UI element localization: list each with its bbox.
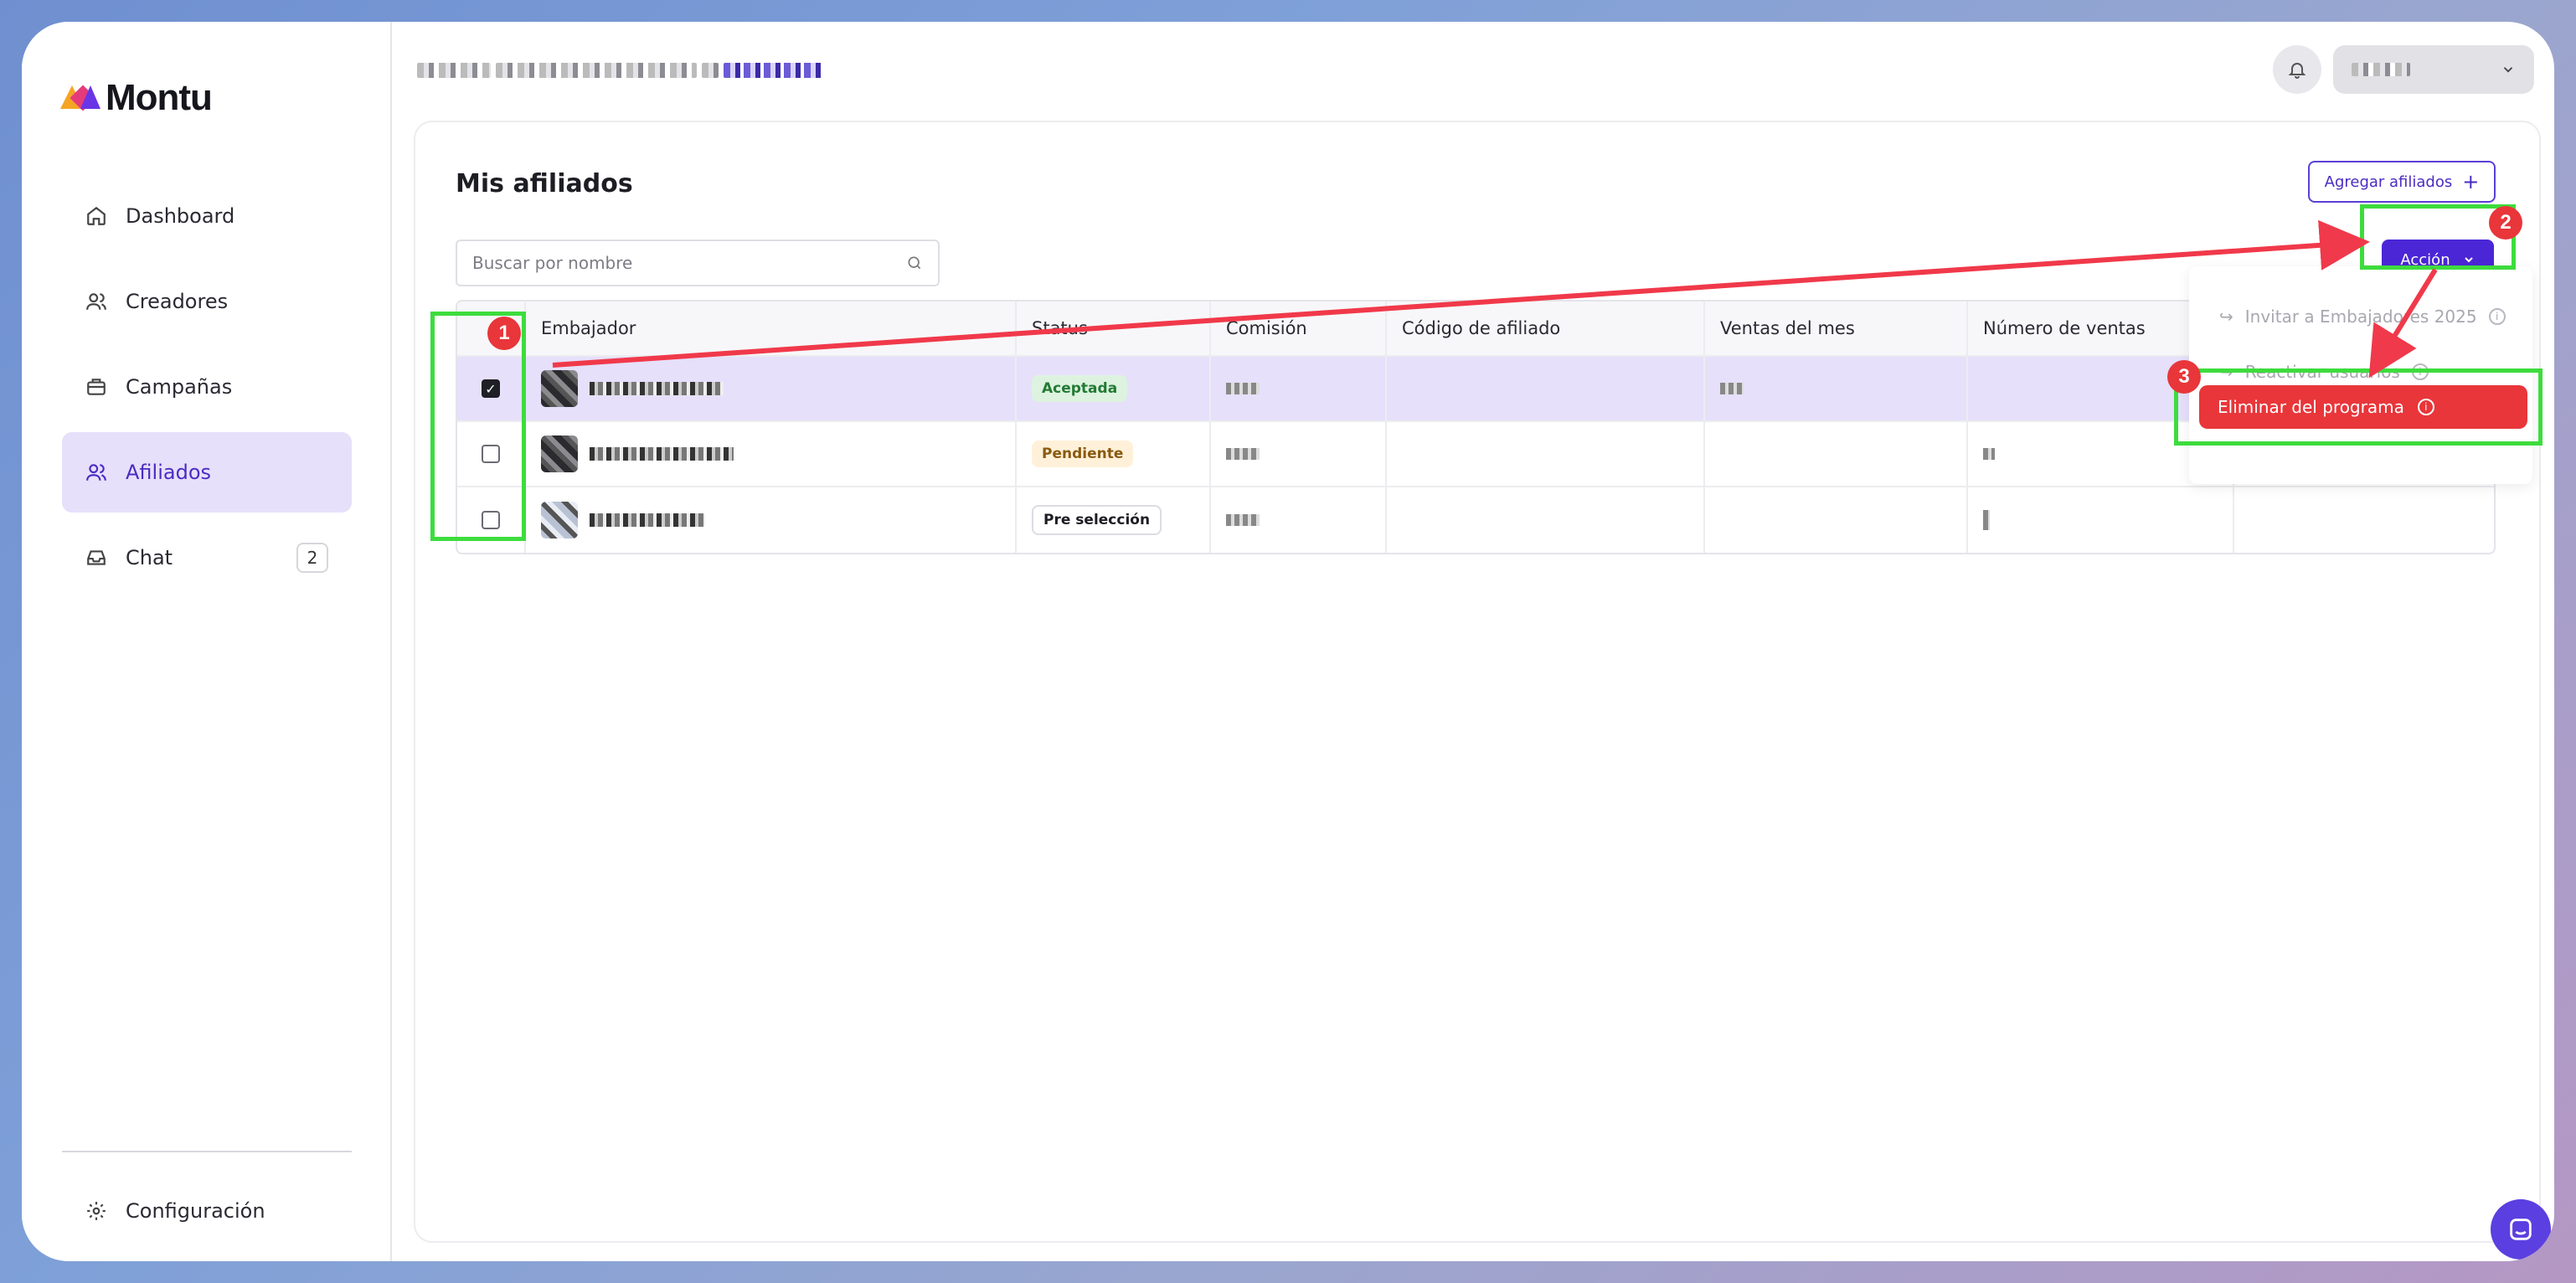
table-row[interactable]: Pre selección <box>457 487 2494 553</box>
share-arrow-icon: ↪ <box>2219 307 2233 327</box>
column-header[interactable]: Embajador <box>526 301 1017 355</box>
page-title: Mis afiliados <box>456 169 633 198</box>
breadcrumb <box>417 59 824 82</box>
add-affiliates-button[interactable]: Agregar afiliados + <box>2308 161 2496 203</box>
highlight-box-remove-item <box>2174 368 2543 446</box>
status-cell: Pendiente <box>1017 422 1211 486</box>
sidebar-item-label: Creadores <box>126 290 229 313</box>
app-window: Montu Dashboard Creadores Campañas Afili… <box>22 22 2554 1261</box>
chat-count-badge: 2 <box>296 543 328 573</box>
sidebar-item-label: Dashboard <box>126 204 235 228</box>
column-header[interactable]: Status <box>1017 301 1211 355</box>
commission-cell <box>1211 487 1387 553</box>
column-header[interactable]: Ventas del mes <box>1705 301 1968 355</box>
bell-icon <box>2288 63 2306 79</box>
sidebar-item-label: Afiliados <box>126 461 211 484</box>
sales-count-redacted <box>1983 510 1990 530</box>
gear-icon <box>87 1202 106 1220</box>
breadcrumb-redacted <box>417 63 491 78</box>
user-name-redacted <box>2352 63 2410 76</box>
sidebar-item-campanas[interactable]: Campañas <box>62 347 352 427</box>
sales-count-cell <box>1968 487 2234 553</box>
ambassador-name-redacted <box>590 382 724 395</box>
code-cell <box>1387 357 1705 420</box>
code-cell <box>1387 487 1705 553</box>
status-badge: Aceptada <box>1032 375 1128 402</box>
sidebar-item-creadores[interactable]: Creadores <box>62 261 352 342</box>
home-icon <box>87 206 106 225</box>
sidebar-nav: Dashboard Creadores Campañas Afiliados C… <box>62 176 352 603</box>
row-extra-cell <box>2234 487 2494 553</box>
step-marker: 3 <box>2167 360 2201 394</box>
breadcrumb-redacted <box>496 63 697 78</box>
commission-redacted <box>1226 448 1260 460</box>
commission-redacted <box>1226 383 1260 394</box>
status-badge: Pendiente <box>1032 441 1134 467</box>
search-input[interactable] <box>472 253 874 273</box>
logo-text: Montu <box>106 77 213 118</box>
sales-redacted <box>1720 383 1744 394</box>
search-field[interactable] <box>456 240 940 286</box>
sales-month-cell <box>1705 422 1968 486</box>
breadcrumb-redacted <box>702 63 719 78</box>
status-cell: Pre selección <box>1017 487 1211 553</box>
commission-cell <box>1211 357 1387 420</box>
avatar <box>541 502 578 538</box>
sidebar-item-label: Campañas <box>126 375 233 399</box>
sidebar-item-configuracion[interactable]: Configuración <box>62 1184 352 1238</box>
sales-count-redacted <box>1983 448 1995 460</box>
ambassador-cell <box>526 357 1017 420</box>
commission-redacted <box>1226 514 1260 526</box>
ambassador-cell <box>526 422 1017 486</box>
sidebar-item-dashboard[interactable]: Dashboard <box>62 176 352 256</box>
sidebar-item-label: Configuración <box>126 1199 265 1223</box>
sidebar-item-chat[interactable]: Chat 2 <box>62 518 352 598</box>
chat-icon <box>2510 1219 2532 1240</box>
menu-item-label: Invitar a Embajadores 2025 <box>2244 307 2477 327</box>
chevron-down-icon <box>2503 67 2513 73</box>
user-menu[interactable] <box>2333 45 2534 94</box>
add-affiliates-label: Agregar afiliados <box>2324 173 2453 191</box>
sidebar: Montu Dashboard Creadores Campañas Afili… <box>22 22 392 1261</box>
breadcrumb-redacted-link[interactable] <box>724 63 824 78</box>
avatar <box>541 435 578 472</box>
column-header[interactable]: Comisión <box>1211 301 1387 355</box>
logo[interactable]: Montu <box>60 77 213 119</box>
notifications-button[interactable] <box>2273 45 2321 94</box>
code-cell <box>1387 422 1705 486</box>
status-badge: Pre selección <box>1032 505 1162 535</box>
search-icon <box>908 256 921 270</box>
affiliates-icon <box>86 464 106 481</box>
ambassador-name-redacted <box>590 447 734 461</box>
sidebar-item-label: Chat <box>126 546 173 569</box>
menu-item-invite[interactable]: ↪ Invitar a Embajadores 2025 i <box>2219 307 2506 327</box>
briefcase-icon <box>87 379 106 395</box>
step-marker: 2 <box>2489 206 2522 240</box>
montu-logo-icon <box>60 84 100 112</box>
column-header[interactable]: Código de afiliado <box>1387 301 1705 355</box>
sales-month-cell <box>1705 357 1968 420</box>
ambassador-cell <box>526 487 1017 553</box>
ambassador-name-redacted <box>590 513 705 527</box>
info-icon: i <box>2488 308 2506 325</box>
status-cell: Aceptada <box>1017 357 1211 420</box>
step-marker: 1 <box>487 317 521 350</box>
sales-month-cell <box>1705 487 1968 553</box>
avatar <box>541 370 578 407</box>
users-icon <box>86 293 106 310</box>
support-chat-button[interactable] <box>2491 1199 2551 1260</box>
sidebar-divider <box>62 1151 352 1152</box>
commission-cell <box>1211 422 1387 486</box>
plus-icon: + <box>2462 170 2480 193</box>
inbox-icon <box>87 550 106 565</box>
sidebar-item-afiliados[interactable]: Afiliados <box>62 432 352 513</box>
